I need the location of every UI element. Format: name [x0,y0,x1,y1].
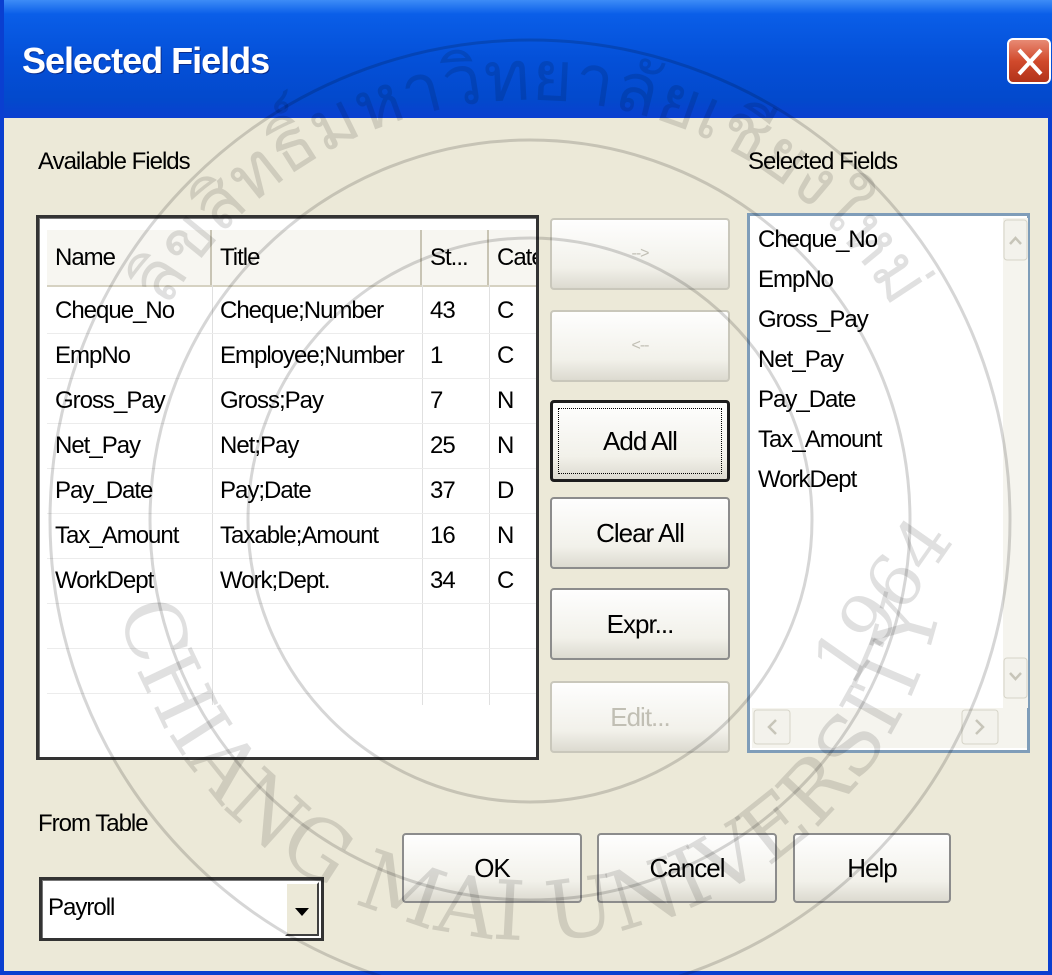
ok-button[interactable]: OK [402,833,582,903]
cell-category: N [497,387,514,414]
help-label: Help [847,852,897,883]
cell-name: Gross_Pay [55,387,166,414]
cell-title: Employee;Number [220,342,405,369]
expression-label: Expr... [606,608,675,639]
window-title: Selected Fields [22,40,270,81]
selected-vertical-scrollbar[interactable] [1003,218,1028,708]
from-table-label: From Table [38,810,149,837]
column-header-category[interactable]: Cate [489,230,536,285]
title-bar[interactable]: Selected Fields [4,0,1052,118]
cancel-label: Cancel [649,852,726,883]
cell-name: Tax_Amount [55,522,179,549]
cell-title: Pay;Date [220,477,312,504]
empty-row [47,648,536,694]
cell-title: Cheque;Number [220,297,384,324]
table-row[interactable]: Pay_Date Pay;Date 37 D [47,468,536,514]
remove-field-button[interactable]: <-- [550,310,730,382]
edit-button[interactable]: Edit... [550,681,730,753]
cell-title: Gross;Pay [220,387,324,414]
list-item[interactable]: Cheque_No [758,226,878,254]
available-fields-label: Available Fields [38,148,191,175]
dialog-window: Selected Fields Available Fields Selecte… [0,0,1052,975]
list-item[interactable]: Gross_Pay [758,306,869,334]
cell-status: 1 [430,342,443,369]
list-item[interactable]: Pay_Date [758,386,856,414]
cell-status: 43 [430,297,456,324]
cell-title: Work;Dept. [220,567,331,594]
remove-field-label: <-- [631,337,650,354]
add-all-button[interactable]: Add All [550,400,730,482]
clear-all-button[interactable]: Clear All [550,497,730,569]
list-header: Name Title St... Cate [47,230,536,287]
cell-category: D [497,477,514,504]
table-row[interactable]: Tax_Amount Taxable;Amount 16 N [47,513,536,559]
table-row[interactable]: EmpNo Employee;Number 1 C [47,333,536,379]
cell-status: 7 [430,387,443,414]
dropdown-arrow-icon [295,908,309,916]
cell-category: C [497,567,514,594]
cell-status: 34 [430,567,456,594]
from-table-value: Payroll [48,894,115,921]
empty-row [47,603,536,649]
ok-label: OK [474,852,511,883]
cell-status: 16 [430,522,456,549]
dropdown-button[interactable] [285,882,319,936]
table-row[interactable]: WorkDept Work;Dept. 34 C [47,558,536,604]
clear-all-label: Clear All [596,517,685,548]
cancel-button[interactable]: Cancel [597,833,777,903]
cell-name: Cheque_No [55,297,175,324]
cell-name: WorkDept [55,567,154,594]
close-button[interactable] [1007,38,1051,84]
scrollbar-arrows-icon [753,709,999,745]
from-table-select[interactable]: Payroll [39,877,324,941]
available-fields-list[interactable]: Name Title St... Cate Cheque_No Cheque;N… [36,215,539,760]
focus-rectangle [558,408,722,474]
list-item[interactable]: WorkDept [758,466,857,494]
column-header-title[interactable]: Title [212,230,422,285]
cell-name: Net_Pay [55,432,141,459]
cell-name: EmpNo [55,342,131,369]
cell-status: 25 [430,432,456,459]
help-button[interactable]: Help [793,833,951,903]
cell-category: C [497,297,514,324]
scrollbar-arrows-icon [1003,219,1028,699]
column-header-name[interactable]: Name [47,230,212,285]
column-header-status[interactable]: St... [422,230,489,285]
list-item[interactable]: Net_Pay [758,346,844,374]
selected-fields-label: Selected Fields [748,148,898,175]
cell-status: 37 [430,477,456,504]
table-row[interactable]: Net_Pay Net;Pay 25 N [47,423,536,469]
cell-category: N [497,432,514,459]
cell-title: Net;Pay [220,432,299,459]
add-field-label: --> [631,245,650,262]
cell-category: C [497,342,514,369]
expression-button[interactable]: Expr... [550,588,730,660]
cell-name: Pay_Date [55,477,153,504]
close-icon [1017,48,1043,76]
edit-label: Edit... [610,701,670,732]
add-field-button[interactable]: --> [550,218,730,290]
list-item[interactable]: EmpNo [758,266,834,294]
selected-horizontal-scrollbar[interactable] [752,708,1027,748]
table-row[interactable]: Gross_Pay Gross;Pay 7 N [47,378,536,424]
table-row[interactable]: Cheque_No Cheque;Number 43 C [47,288,536,334]
cell-category: N [497,522,514,549]
list-item[interactable]: Tax_Amount [758,426,882,454]
cell-title: Taxable;Amount [220,522,379,549]
selected-fields-list[interactable]: Cheque_No EmpNo Gross_Pay Net_Pay Pay_Da… [747,213,1030,753]
